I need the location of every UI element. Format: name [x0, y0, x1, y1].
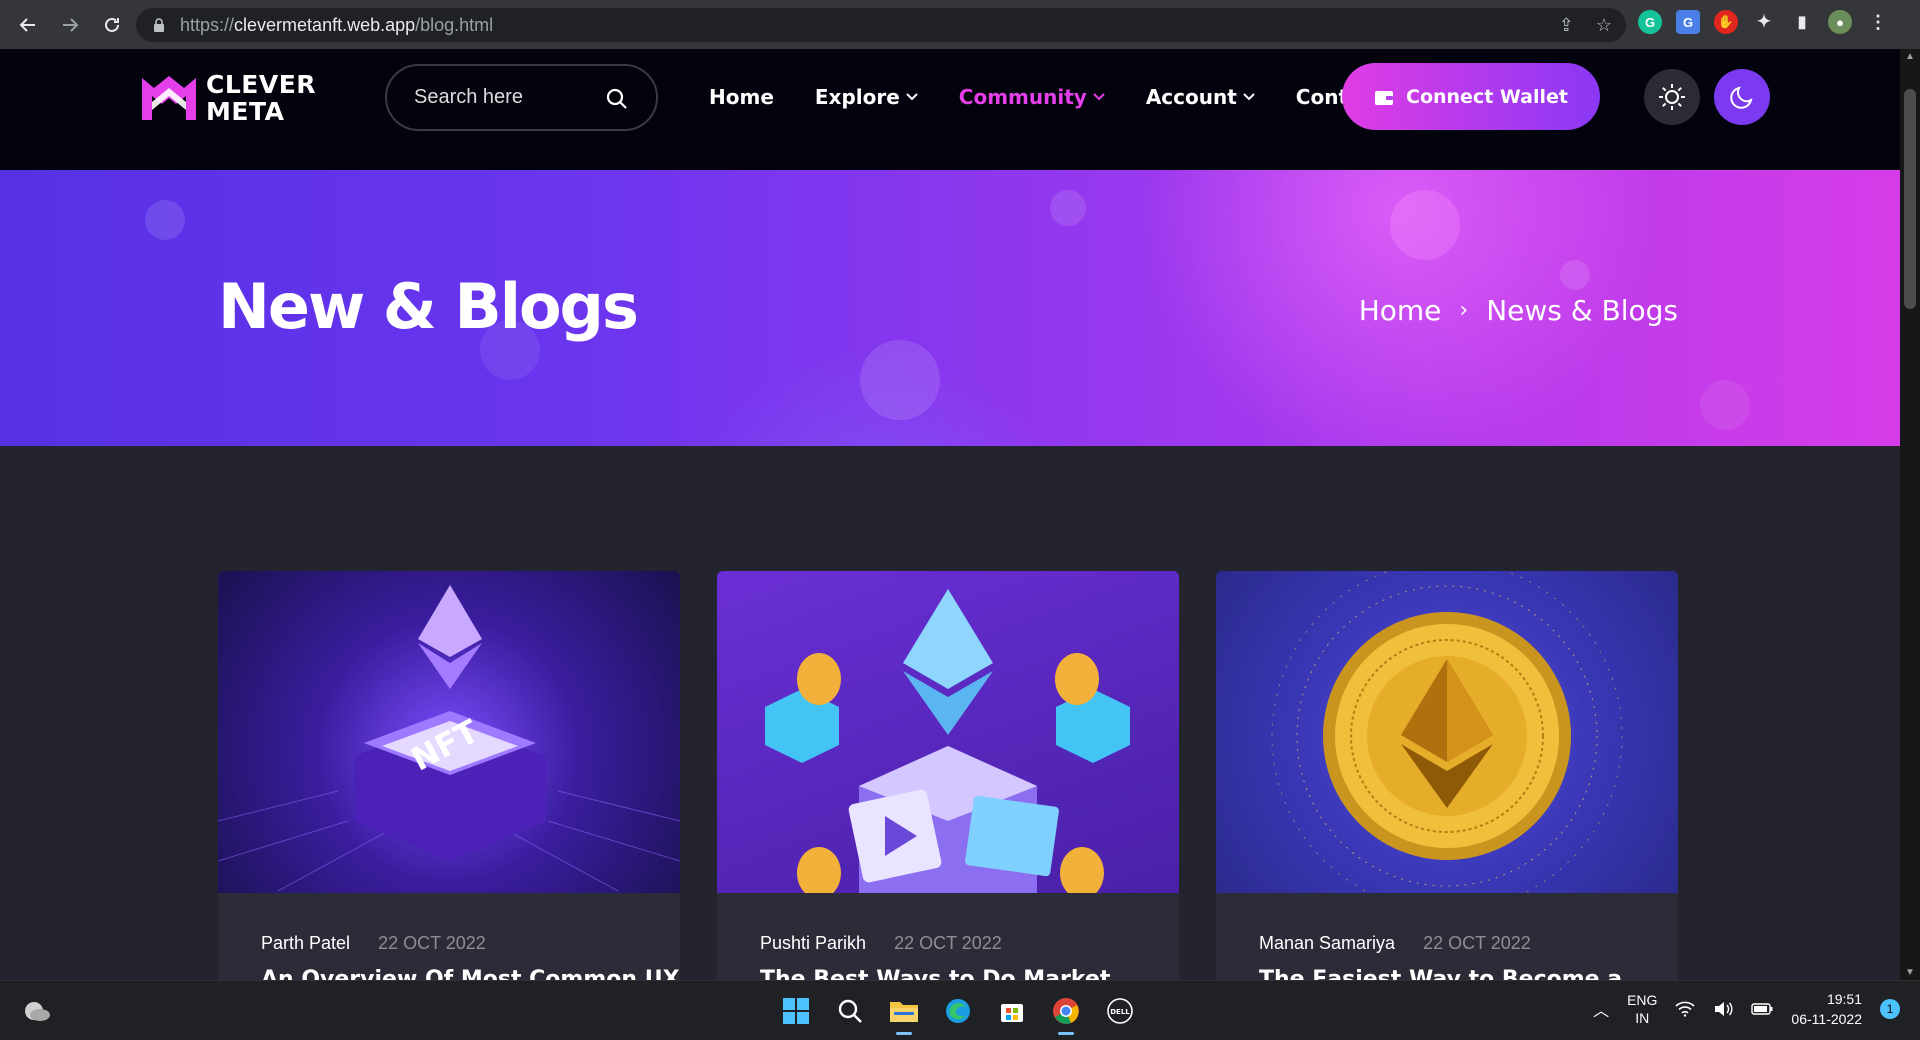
page-scrollbar[interactable]: ▲ ▼ [1900, 49, 1920, 980]
browser-toolbar: https://clevermetanft.web.app/blog.html … [0, 0, 1920, 49]
dark-mode-button[interactable] [1714, 69, 1770, 125]
connect-wallet-button[interactable]: Connect Wallet [1342, 63, 1600, 130]
blog-card[interactable]: Pushti Parikh 22 OCT 2022 The Best Ways … [717, 571, 1179, 981]
microsoft-store-icon[interactable] [992, 991, 1032, 1031]
bookmark-star-icon[interactable]: ☆ [1596, 15, 1612, 36]
clevermeta-logo-icon [142, 76, 196, 120]
post-title[interactable]: The Easiest Way to Become a [1259, 967, 1622, 981]
reload-icon[interactable] [92, 5, 132, 45]
search-input[interactable] [414, 86, 599, 109]
post-title[interactable]: The Best Ways to Do Market [760, 967, 1110, 981]
ethereum-crystal-coins-icon[interactable] [717, 571, 1179, 893]
blog-list: NFT Parth Patel 22 OCT 2022 An Overview … [218, 571, 1678, 981]
post-author[interactable]: Manan Samariya [1259, 933, 1395, 954]
search-field[interactable] [385, 64, 658, 131]
grammarly-icon[interactable]: G [1638, 10, 1662, 34]
post-date: 22 OCT 2022 [378, 933, 486, 953]
nav-community[interactable]: Community [959, 85, 1105, 109]
forward-icon[interactable] [50, 5, 90, 45]
wallet-icon [1375, 90, 1393, 105]
post-meta: Manan Samariya 22 OCT 2022 [1259, 933, 1531, 954]
scroll-thumb[interactable] [1904, 89, 1916, 309]
post-date: 22 OCT 2022 [894, 933, 1002, 953]
translate-icon[interactable]: G [1676, 10, 1700, 34]
system-clock[interactable]: 19:51 06-11-2022 [1791, 989, 1862, 1029]
extensions-puzzle-icon[interactable]: ✦ [1752, 10, 1776, 34]
nav-explore[interactable]: Explore [815, 85, 918, 109]
post-title[interactable]: An Overview Of Most Common UX [261, 967, 680, 981]
blog-card[interactable]: NFT Parth Patel 22 OCT 2022 An Overview … [218, 571, 680, 981]
dell-app-icon[interactable]: DELL [1100, 991, 1140, 1031]
adblock-icon[interactable]: ✋ [1714, 10, 1738, 34]
nav-account[interactable]: Account [1146, 85, 1255, 109]
file-explorer-icon[interactable] [884, 991, 924, 1035]
nft-ethereum-hexagon-icon[interactable]: NFT [218, 571, 680, 893]
breadcrumb-current: News & Blogs [1486, 294, 1678, 327]
chevron-down-icon [1093, 93, 1105, 101]
url-text: https://clevermetanft.web.app/blog.html [180, 14, 494, 35]
notification-badge[interactable]: 1 [1880, 999, 1900, 1019]
back-icon[interactable] [8, 5, 48, 45]
weather-cloud-icon[interactable] [22, 999, 52, 1023]
sidepanel-icon[interactable]: ▮ [1790, 10, 1814, 34]
breadcrumb-home-link[interactable]: Home [1359, 294, 1442, 327]
site-header: CLEVER META Home Explore Community Accou… [0, 49, 1900, 170]
connect-wallet-label: Connect Wallet [1406, 85, 1568, 108]
address-bar[interactable]: https://clevermetanft.web.app/blog.html … [136, 8, 1626, 42]
chevron-down-icon [1243, 93, 1255, 101]
volume-icon[interactable] [1713, 1001, 1733, 1017]
edge-browser-icon[interactable] [938, 991, 978, 1031]
search-icon[interactable] [606, 88, 628, 110]
nav-home[interactable]: Home [709, 85, 774, 109]
post-author[interactable]: Pushti Parikh [760, 933, 866, 954]
breadcrumb: Home › News & Blogs [1359, 294, 1678, 327]
windows-start-icon[interactable] [776, 991, 816, 1031]
browser-menu-icon[interactable]: ⋮ [1866, 10, 1890, 34]
page-title: New & Blogs [218, 270, 639, 343]
battery-icon[interactable] [1751, 1002, 1773, 1016]
post-author[interactable]: Parth Patel [261, 933, 350, 954]
svg-text:DELL: DELL [1110, 1008, 1130, 1016]
post-meta: Parth Patel 22 OCT 2022 [261, 933, 486, 954]
share-icon[interactable]: ⇪ [1559, 15, 1574, 36]
wifi-icon[interactable] [1675, 1001, 1695, 1017]
chrome-icon[interactable] [1046, 991, 1086, 1035]
show-hidden-icons-icon[interactable]: ︿ [1593, 997, 1609, 1021]
profile-avatar-icon[interactable]: ● [1828, 10, 1852, 34]
site-logo[interactable]: CLEVER META [138, 71, 316, 125]
logo-text: CLEVER META [206, 70, 317, 126]
post-meta: Pushti Parikh 22 OCT 2022 [760, 933, 1002, 954]
main-nav: Home Explore Community Account Contact [709, 85, 1424, 109]
post-date: 22 OCT 2022 [1423, 933, 1531, 953]
gold-ethereum-coin-icon[interactable] [1216, 571, 1678, 893]
scroll-up-icon[interactable]: ▲ [1905, 51, 1915, 62]
taskbar-search-icon[interactable] [830, 991, 870, 1031]
os-taskbar: DELL ︿ ENG IN 19:51 06-11-2022 1 [0, 980, 1920, 1040]
sun-icon [1659, 84, 1685, 110]
breadcrumb-separator-icon: › [1459, 298, 1469, 323]
page-hero-banner: New & Blogs Home › News & Blogs [0, 170, 1900, 446]
language-indicator[interactable]: ENG IN [1627, 991, 1657, 1027]
chevron-down-icon [906, 93, 918, 101]
blog-card[interactable]: Manan Samariya 22 OCT 2022 The Easiest W… [1216, 571, 1678, 981]
lock-icon [154, 18, 164, 32]
light-mode-button[interactable] [1644, 69, 1700, 125]
moon-icon [1730, 86, 1753, 109]
scroll-down-icon[interactable]: ▼ [1905, 967, 1915, 978]
